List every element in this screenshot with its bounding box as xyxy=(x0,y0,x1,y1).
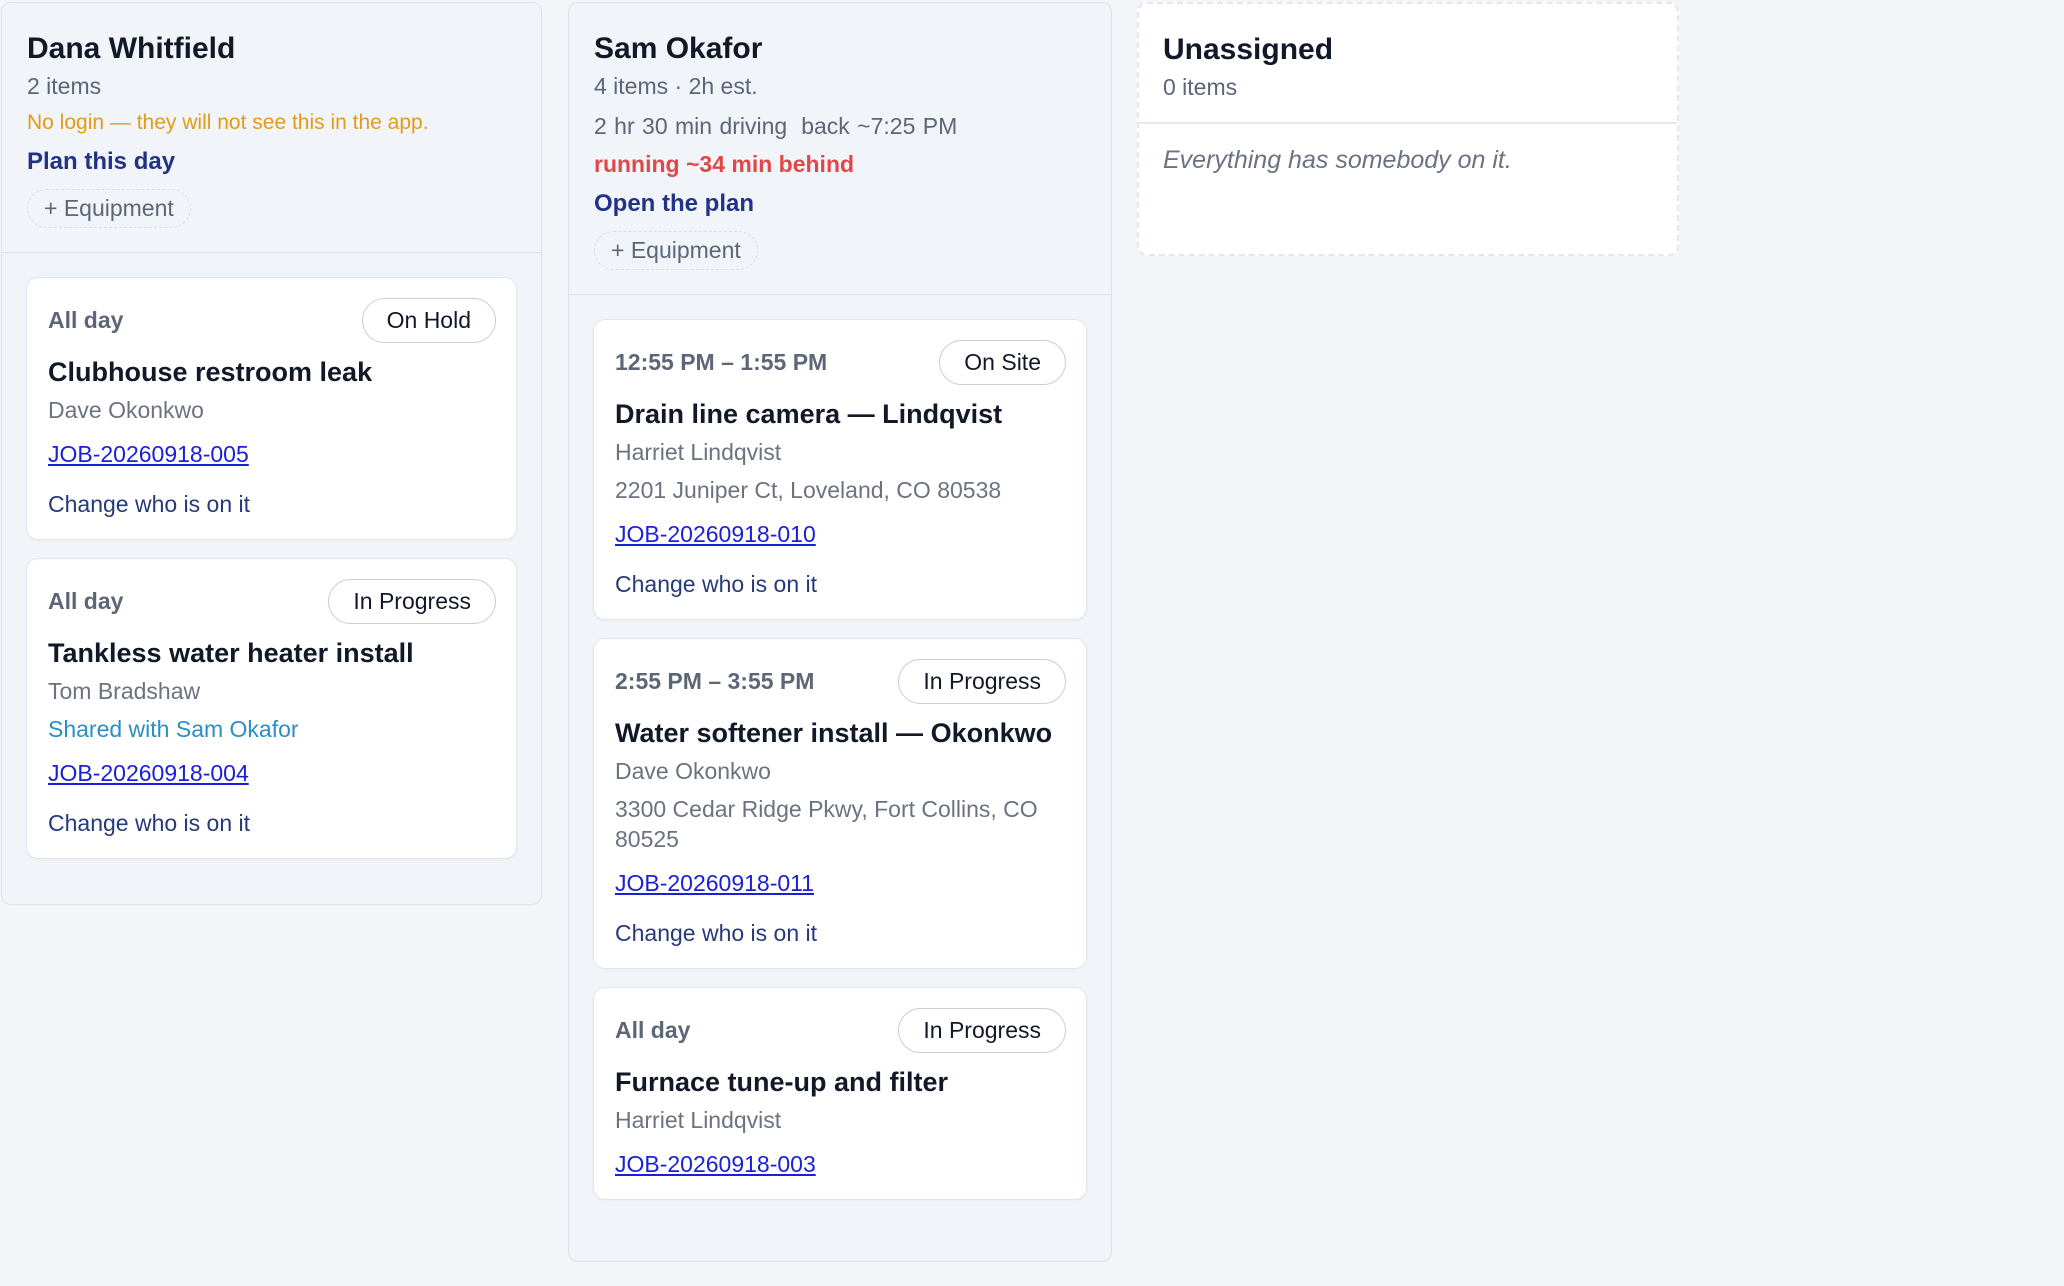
job-title: Clubhouse restroom leak xyxy=(48,357,373,387)
job-time: All day xyxy=(48,307,124,333)
job-time: 12:55 PM – 1:55 PM xyxy=(615,349,828,375)
job-title: Drain line camera — Lindqvist xyxy=(615,399,1003,429)
status-badge: In Progress xyxy=(328,579,496,624)
tech-name: Sam Okafor xyxy=(594,32,763,65)
job-title: Tankless water heater install xyxy=(48,638,414,668)
status-badge: On Hold xyxy=(361,298,496,343)
job-address: 2201 Juniper Ct, Loveland, CO 80538 xyxy=(615,477,1002,503)
empty-state-message: Everything has somebody on it. xyxy=(1163,146,1512,174)
item-count: 0 items xyxy=(1163,74,1238,100)
change-assignee-link[interactable]: Change who is on it xyxy=(48,808,496,838)
dispatch-board: Dana Whitfield 2 items No login — they w… xyxy=(0,0,2064,1286)
change-assignee-link[interactable]: Change who is on it xyxy=(615,569,1066,599)
job-address: 3300 Cedar Ridge Pkwy, Fort Collins, CO … xyxy=(615,796,1038,852)
behind-schedule-warning: running ~34 min behind xyxy=(594,151,855,177)
job-title: Furnace tune-up and filter xyxy=(615,1067,949,1097)
job-number-link[interactable]: JOB-20260918-003 xyxy=(615,1149,1066,1179)
tech-column-dana-whitfield: Dana Whitfield 2 items No login — they w… xyxy=(1,2,542,905)
status-badge: In Progress xyxy=(898,1008,1066,1053)
customer-name: Dave Okonkwo xyxy=(615,758,771,784)
customer-name: Tom Bradshaw xyxy=(48,678,201,704)
column-header: Unassigned 0 items xyxy=(1139,4,1677,124)
job-number-link[interactable]: JOB-20260918-005 xyxy=(48,439,496,469)
job-number-link[interactable]: JOB-20260918-004 xyxy=(48,758,496,788)
open-plan-link[interactable]: Open the plan xyxy=(594,189,1086,219)
job-card[interactable]: 12:55 PM – 1:55 PM On Site Drain line ca… xyxy=(593,319,1087,620)
job-card-list: 12:55 PM – 1:55 PM On Site Drain line ca… xyxy=(569,295,1111,1200)
item-count: 2 items xyxy=(27,73,102,99)
column-header: Sam Okafor 4 items · 2h est. 2 hr 30 min… xyxy=(569,3,1111,295)
customer-name: Harriet Lindqvist xyxy=(615,1107,782,1133)
unassigned-column: Unassigned 0 items Everything has somebo… xyxy=(1137,2,1679,256)
shared-with-note: Shared with Sam Okafor xyxy=(48,716,299,742)
tech-name: Dana Whitfield xyxy=(27,32,236,65)
column-title: Unassigned xyxy=(1163,33,1334,66)
add-equipment-button[interactable]: + Equipment xyxy=(594,231,758,270)
column-header: Dana Whitfield 2 items No login — they w… xyxy=(2,3,541,253)
job-time: All day xyxy=(615,1017,691,1043)
add-equipment-button[interactable]: + Equipment xyxy=(27,189,191,228)
plan-day-link[interactable]: Plan this day xyxy=(27,147,516,177)
customer-name: Harriet Lindqvist xyxy=(615,439,782,465)
item-count: 4 items · 2h est. xyxy=(594,73,758,99)
job-number-link[interactable]: JOB-20260918-011 xyxy=(615,868,1066,898)
customer-name: Dave Okonkwo xyxy=(48,397,204,423)
job-number-link[interactable]: JOB-20260918-010 xyxy=(615,519,1066,549)
job-card[interactable]: All day On Hold Clubhouse restroom leak … xyxy=(26,277,517,540)
job-card-list: All day On Hold Clubhouse restroom leak … xyxy=(2,253,541,859)
change-assignee-link[interactable]: Change who is on it xyxy=(48,489,496,519)
job-time: 2:55 PM – 3:55 PM xyxy=(615,668,815,694)
driving-time: 2 hr 30 min driving xyxy=(594,113,788,139)
job-card[interactable]: All day In Progress Furnace tune-up and … xyxy=(593,987,1087,1200)
status-badge: On Site xyxy=(939,340,1066,385)
job-card[interactable]: All day In Progress Tankless water heate… xyxy=(26,558,517,859)
job-time: All day xyxy=(48,588,124,614)
job-card[interactable]: 2:55 PM – 3:55 PM In Progress Water soft… xyxy=(593,638,1087,969)
job-title: Water softener install — Okonkwo xyxy=(615,718,1053,748)
return-time: back ~7:25 PM xyxy=(801,113,958,139)
tech-column-sam-okafor: Sam Okafor 4 items · 2h est. 2 hr 30 min… xyxy=(568,2,1112,1262)
drive-summary: 2 hr 30 min driving back ~7:25 PM xyxy=(594,111,1086,141)
status-badge: In Progress xyxy=(898,659,1066,704)
no-login-warning: No login — they will not see this in the… xyxy=(27,111,429,134)
change-assignee-link[interactable]: Change who is on it xyxy=(615,918,1066,948)
